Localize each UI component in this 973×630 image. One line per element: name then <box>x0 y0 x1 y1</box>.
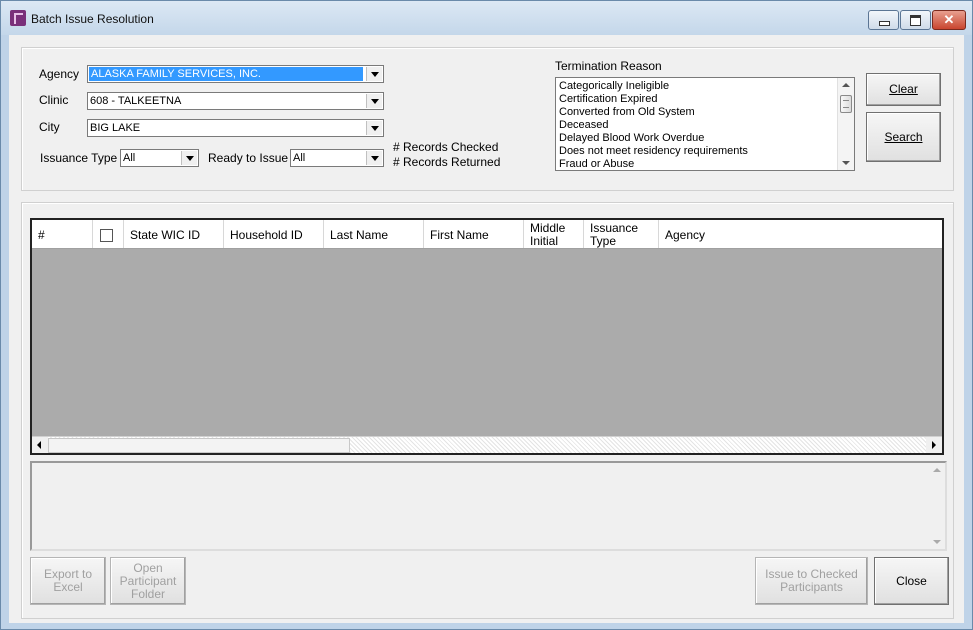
column-header-agency[interactable]: Agency <box>659 220 942 248</box>
list-item[interactable]: Categorically Ineligible <box>559 80 669 92</box>
city-label: City <box>39 120 60 134</box>
column-header-label: Middle Initial <box>530 221 566 248</box>
list-item[interactable]: Delayed Blood Work Overdue <box>559 132 704 144</box>
issuance-type-label: Issuance Type <box>40 151 118 165</box>
issuance-type-select[interactable]: All <box>120 149 199 167</box>
issue-to-checked-participants-button[interactable]: Issue to Checked Participants <box>755 557 868 605</box>
chevron-down-icon[interactable] <box>366 94 382 108</box>
scroll-right-icon[interactable] <box>926 437 942 453</box>
clear-button[interactable]: Clear <box>866 73 941 106</box>
column-header-label: Agency <box>665 228 706 242</box>
column-header-label: Household ID <box>230 228 303 242</box>
maximize-icon <box>910 15 921 26</box>
scroll-up-icon[interactable] <box>842 83 850 87</box>
message-scrollbar[interactable] <box>929 463 945 549</box>
clinic-value: 608 - TALKEETNA <box>90 95 182 107</box>
city-select[interactable]: BIG LAKE <box>87 119 384 137</box>
minimize-icon <box>879 21 890 26</box>
maximize-button[interactable] <box>900 10 931 30</box>
scroll-down-icon[interactable] <box>933 540 941 544</box>
records-checked-label: # Records Checked <box>393 140 499 154</box>
scroll-left-icon[interactable] <box>32 437 48 453</box>
column-header-label: # <box>38 228 45 242</box>
chevron-down-icon[interactable] <box>366 67 382 81</box>
column-header-household-id[interactable]: Household ID <box>224 220 324 248</box>
column-header-number[interactable]: # <box>32 220 93 248</box>
button-label: Participants <box>780 580 843 594</box>
grid-horizontal-scrollbar[interactable] <box>32 436 942 453</box>
column-header-label: Issuance Type <box>590 221 639 248</box>
chevron-down-icon[interactable] <box>366 121 382 135</box>
column-header-label: Last Name <box>330 228 389 242</box>
export-to-excel-button[interactable]: Export to Excel <box>30 557 106 605</box>
participants-grid[interactable]: # State WIC ID Household ID Last Name Fi… <box>30 218 944 455</box>
agency-select[interactable]: ALASKA FAMILY SERVICES, INC. <box>87 65 384 83</box>
scroll-down-icon[interactable] <box>842 161 850 165</box>
batch-issue-resolution-window: Batch Issue Resolution ✕ Agency ALASKA F… <box>0 0 973 630</box>
grid-header: # State WIC ID Household ID Last Name Fi… <box>32 220 942 249</box>
column-header-state-wic-id[interactable]: State WIC ID <box>124 220 224 248</box>
list-item[interactable]: Converted from Old System <box>559 106 695 118</box>
ready-to-issue-value: All <box>293 152 306 164</box>
termination-reason-list[interactable]: Categorically Ineligible Certification E… <box>555 77 855 171</box>
records-returned-label: # Records Returned <box>393 155 501 169</box>
agency-label: Agency <box>39 67 80 81</box>
termination-list-scrollbar[interactable] <box>837 78 854 170</box>
close-button-label: Close <box>896 573 927 588</box>
issuance-type-value: All <box>123 152 136 164</box>
select-all-checkbox[interactable] <box>100 229 113 242</box>
close-button[interactable]: Close <box>874 557 949 605</box>
client-area: Agency ALASKA FAMILY SERVICES, INC. Clin… <box>9 35 964 623</box>
button-label: Open <box>133 560 163 575</box>
chevron-down-icon[interactable] <box>181 151 197 165</box>
ready-to-issue-label: Ready to Issue <box>208 151 289 165</box>
minimize-button[interactable] <box>868 10 899 30</box>
scroll-thumb[interactable] <box>840 95 852 113</box>
column-header-middle-initial[interactable]: Middle Initial <box>524 220 584 248</box>
column-header-first-name[interactable]: First Name <box>424 220 524 248</box>
clinic-label: Clinic <box>39 93 69 107</box>
window-title: Batch Issue Resolution <box>31 12 154 26</box>
search-button[interactable]: Search <box>866 112 941 162</box>
list-item[interactable]: Fraud or Abuse <box>559 158 634 170</box>
button-label: Folder <box>130 586 165 601</box>
scroll-thumb[interactable] <box>48 438 350 453</box>
open-participant-folder-button[interactable]: Open Participant Folder <box>110 557 186 605</box>
filter-group: Agency ALASKA FAMILY SERVICES, INC. Clin… <box>21 47 954 191</box>
clinic-select[interactable]: 608 - TALKEETNA <box>87 92 384 110</box>
city-value: BIG LAKE <box>90 122 141 134</box>
column-header-label: State WIC ID <box>130 228 201 242</box>
agency-value: ALASKA FAMILY SERVICES, INC. <box>89 67 363 81</box>
message-textbox[interactable] <box>30 461 947 551</box>
button-label: Participant <box>119 573 177 588</box>
ready-to-issue-select[interactable]: All <box>290 149 384 167</box>
search-button-label: Search <box>884 129 923 144</box>
column-header-select-all[interactable] <box>93 220 124 248</box>
clear-button-label: Clear <box>889 82 918 96</box>
termination-reason-label: Termination Reason <box>555 59 662 73</box>
list-item[interactable]: Deceased <box>559 119 609 131</box>
column-header-last-name[interactable]: Last Name <box>324 220 424 248</box>
chevron-down-icon[interactable] <box>366 151 382 165</box>
button-label: Excel <box>53 580 83 594</box>
scroll-up-icon[interactable] <box>933 468 941 472</box>
close-window-button[interactable]: ✕ <box>932 10 966 30</box>
list-item[interactable]: Certification Expired <box>559 93 657 105</box>
column-header-issuance-type[interactable]: Issuance Type <box>584 220 659 248</box>
close-icon: ✕ <box>943 12 955 27</box>
app-icon <box>10 10 26 26</box>
list-item[interactable]: Does not meet residency requirements <box>559 145 748 157</box>
column-header-label: First Name <box>430 228 489 242</box>
title-bar[interactable]: Batch Issue Resolution ✕ <box>1 1 972 35</box>
